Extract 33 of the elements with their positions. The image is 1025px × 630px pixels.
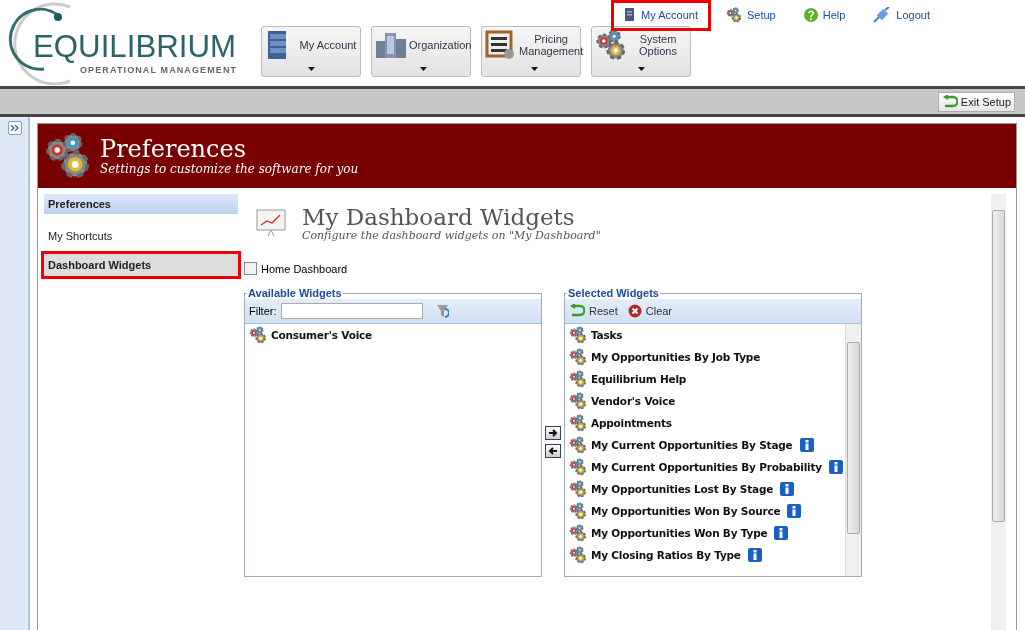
toolbar-button[interactable]: Clear <box>627 304 679 318</box>
filter-label: Filter: <box>249 305 277 317</box>
widget-name[interactable]: My Current Opportunities By Stage <box>591 439 793 451</box>
menu-button[interactable]: System Options <box>591 26 691 77</box>
widget-name[interactable]: Vendor's Voice <box>591 395 676 407</box>
top-link[interactable]: Help <box>790 0 859 31</box>
widget-name[interactable]: Appointments <box>591 417 672 429</box>
panel-title: Selected Widgets <box>567 287 660 299</box>
top-link[interactable]: Setup <box>712 0 789 31</box>
top-link[interactable]: My Account <box>611 0 711 31</box>
widget-name[interactable]: My Opportunities Lost By Stage <box>591 483 774 495</box>
widget-name[interactable]: My Current Opportunities By Probability <box>591 461 822 473</box>
panel-title: Available Widgets <box>247 287 343 299</box>
banner-title: Preferences <box>100 136 247 162</box>
widget-name[interactable]: Consumer's Voice <box>271 329 372 341</box>
widget-name[interactable]: Tasks <box>591 329 623 341</box>
logo: EQUILIBRIUM OPERATIONAL MANAGEMENT <box>0 1 240 85</box>
widget-name[interactable]: My Closing Ratios By Type <box>591 549 741 561</box>
widget-name[interactable]: My Opportunities Won By Source <box>591 505 781 517</box>
banner-subtitle: Settings to customize the software for you <box>100 162 359 176</box>
sidebar-item[interactable]: Dashboard Widgets <box>41 251 241 279</box>
sidebar-item[interactable]: My Shortcuts <box>41 222 241 250</box>
exit-setup-button[interactable]: Exit Setup <box>937 91 1015 112</box>
widget-name[interactable]: My Opportunities Won By Type <box>591 527 768 539</box>
menu-button[interactable]: My Account <box>261 26 361 77</box>
widget-name[interactable]: Equilibrium Help <box>591 373 687 385</box>
widget-name[interactable]: My Opportunities By Job Type <box>591 351 761 363</box>
top-link[interactable]: Logout <box>860 0 943 31</box>
checkbox-label: Home Dashboard <box>261 262 348 275</box>
sidebar-heading: Preferences <box>44 194 238 214</box>
page-title: My Dashboard Widgets <box>302 204 576 229</box>
toolbar-button[interactable]: Reset <box>569 304 624 318</box>
menu-button[interactable]: Organization <box>371 26 471 77</box>
